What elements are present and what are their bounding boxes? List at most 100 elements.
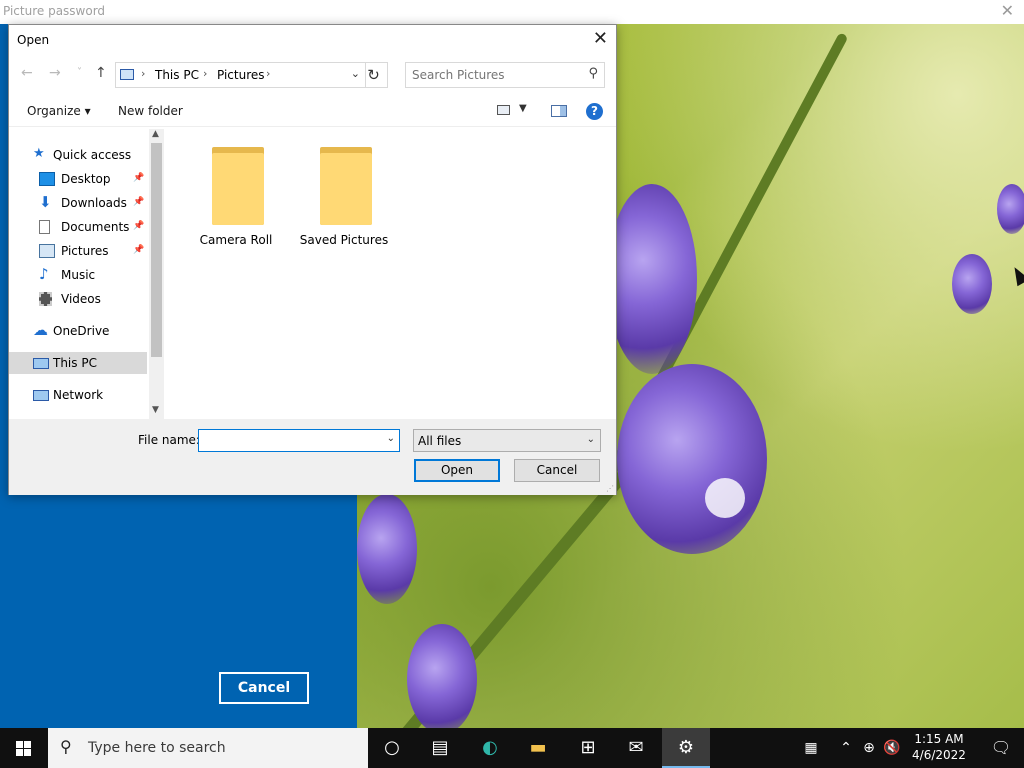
volume-muted-icon[interactable]: 🔇 — [882, 728, 902, 768]
view-options-dropdown[interactable]: ▼ — [519, 103, 527, 114]
edge-icon[interactable]: ◐ — [466, 728, 514, 768]
gesture-touch-point — [705, 478, 745, 518]
notifications-icon[interactable]: 🗨 — [978, 728, 1024, 768]
music-icon: ♪ — [39, 265, 49, 283]
taskbar: ⚲ Type here to search ○ ▤ ◐ ▬ ⊞ ✉ ⚙ ▦ ⌃ … — [0, 728, 1024, 768]
file-name-label: File name: — [138, 433, 200, 447]
nav-item-quick-access[interactable]: ★ Quick access — [9, 144, 147, 166]
nav-item-this-pc[interactable]: This PC — [9, 352, 147, 374]
task-view-icon[interactable]: ▤ — [416, 728, 464, 768]
file-name-combobox[interactable]: ⌄ — [198, 429, 400, 452]
search-icon: ⚲ — [60, 737, 72, 756]
nav-item-videos[interactable]: Videos — [9, 288, 147, 310]
chevron-down-icon: ⌄ — [586, 434, 595, 445]
cancel-button[interactable]: Cancel — [514, 459, 600, 482]
pc-icon — [120, 69, 134, 80]
settings-icon[interactable]: ⚙ — [662, 728, 710, 768]
photo-flower — [997, 184, 1024, 234]
mail-icon[interactable]: ✉ — [612, 728, 660, 768]
organize-menu[interactable]: Organize ▾ — [27, 104, 91, 118]
cortana-icon[interactable]: ○ — [368, 728, 416, 768]
crumb-separator: › — [141, 67, 146, 80]
nav-item-label: Desktop — [61, 172, 111, 186]
network-globe-icon[interactable]: ⊕ — [858, 728, 880, 768]
desktop: Picture password ✕ Cancel Open ✕ ← → ˅ ↑… — [0, 0, 1024, 768]
photo-flower — [617, 364, 767, 554]
window-close-button[interactable]: ✕ — [1001, 1, 1014, 20]
network-icon — [33, 390, 49, 401]
nav-item-downloads[interactable]: ⬇ Downloads 📌 — [9, 192, 147, 214]
chevron-down-icon[interactable]: ⌄ — [387, 433, 395, 444]
photo-flower — [952, 254, 992, 314]
nav-item-label: Pictures — [61, 244, 109, 258]
news-widget-icon[interactable]: ▦ — [796, 728, 826, 768]
search-icon: ⚲ — [588, 66, 598, 81]
clock[interactable]: 1:15 AM 4/6/2022 — [900, 731, 978, 763]
up-button[interactable]: ↑ — [95, 65, 107, 81]
folder-item[interactable]: Saved Pictures — [296, 143, 392, 253]
nav-item-label: This PC — [53, 356, 97, 370]
crumb-separator: › — [266, 67, 271, 80]
new-folder-button[interactable]: New folder — [118, 104, 183, 118]
star-icon: ★ — [33, 146, 45, 161]
store-icon[interactable]: ⊞ — [564, 728, 612, 768]
taskbar-search-box[interactable]: ⚲ Type here to search — [48, 728, 368, 768]
nav-item-network[interactable]: Network — [9, 384, 147, 406]
scroll-thumb[interactable] — [151, 143, 162, 357]
change-view-icon[interactable] — [497, 105, 510, 115]
dialog-close-button[interactable]: ✕ — [593, 28, 608, 49]
start-button[interactable] — [0, 728, 48, 768]
chevron-down-icon[interactable]: ⌄ — [351, 67, 360, 80]
file-type-value: All files — [418, 434, 462, 448]
refresh-button[interactable]: ↻ — [360, 62, 388, 88]
chevron-up-icon[interactable]: ▲ — [152, 129, 159, 139]
photo-flower — [607, 184, 697, 374]
windows-logo-icon — [16, 741, 31, 756]
chevron-down-icon[interactable]: ▼ — [152, 405, 159, 415]
nav-item-label: Network — [53, 388, 104, 402]
address-bar[interactable]: › This PC › Pictures › ⌄ — [115, 62, 366, 88]
crumb-this-pc[interactable]: This PC — [155, 68, 199, 82]
recent-locations-button[interactable]: ˅ — [77, 67, 82, 78]
crumb-pictures[interactable]: Pictures — [217, 68, 265, 82]
pin-icon: 📌 — [133, 221, 145, 231]
folder-label: Camera Roll — [199, 233, 273, 247]
nav-item-label: Videos — [61, 292, 101, 306]
file-type-select[interactable]: All files ⌄ — [413, 429, 601, 452]
file-explorer-icon[interactable]: ▬ — [514, 728, 562, 768]
time: 1:15 AM — [914, 732, 964, 746]
nav-item-pictures[interactable]: Pictures 📌 — [9, 240, 147, 262]
picture-password-cancel-button[interactable]: Cancel — [219, 672, 309, 704]
dialog-footer: File name: ⌄ All files ⌄ Open Cancel ⋰ — [9, 419, 616, 495]
download-icon: ⬇ — [39, 193, 52, 211]
cloud-icon: ☁ — [33, 321, 48, 339]
photo-flower — [407, 624, 477, 728]
search-input[interactable] — [412, 68, 572, 82]
folder-icon — [320, 147, 372, 225]
file-list: Camera Roll Saved Pictures — [165, 129, 616, 419]
search-box[interactable]: ⚲ — [405, 62, 605, 88]
nav-item-label: Documents — [61, 220, 130, 234]
photo-flower — [357, 494, 417, 604]
back-button[interactable]: ← — [21, 65, 33, 81]
open-button[interactable]: Open — [414, 459, 500, 482]
file-name-input[interactable] — [202, 433, 380, 447]
nav-item-desktop[interactable]: Desktop 📌 — [9, 168, 147, 190]
window-title: Picture password — [3, 4, 106, 18]
forward-button[interactable]: → — [49, 65, 61, 81]
resize-grip-icon[interactable]: ⋰ — [606, 484, 614, 493]
nav-item-music[interactable]: ♪ Music — [9, 264, 147, 286]
chevron-up-icon[interactable]: ⌃ — [836, 728, 856, 768]
navigation-scrollbar[interactable]: ▲ ▼ — [149, 129, 164, 419]
preview-pane-icon[interactable] — [551, 105, 567, 117]
open-dialog: Open ✕ ← → ˅ ↑ › This PC › Pictures › ⌄ … — [8, 24, 617, 495]
help-icon[interactable]: ? — [586, 103, 603, 120]
nav-item-label: Quick access — [53, 148, 132, 162]
computer-icon — [33, 358, 49, 369]
folder-icon — [212, 147, 264, 225]
nav-item-documents[interactable]: Documents 📌 — [9, 216, 147, 238]
nav-item-label: Downloads — [61, 196, 127, 210]
folder-item[interactable]: Camera Roll — [188, 143, 284, 253]
search-placeholder: Type here to search — [88, 740, 226, 756]
nav-item-onedrive[interactable]: ☁ OneDrive — [9, 320, 147, 342]
